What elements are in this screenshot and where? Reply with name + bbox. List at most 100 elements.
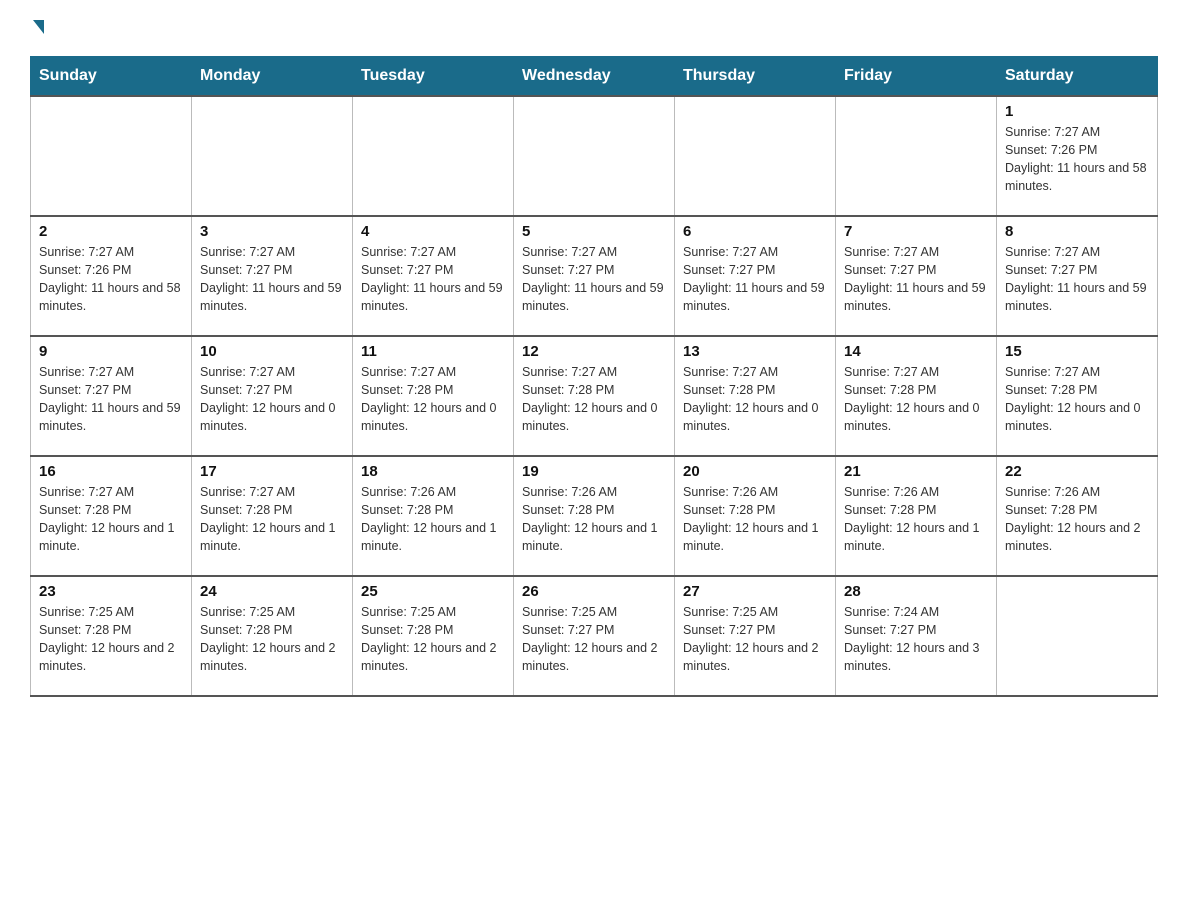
calendar-week-row: 23 Sunrise: 7:25 AMSunset: 7:28 PMDayligh…	[31, 576, 1158, 696]
day-info: Sunrise: 7:25 AMSunset: 7:27 PMDaylight:…	[683, 603, 827, 676]
day-number: 15	[1005, 343, 1149, 360]
day-number: 28	[844, 583, 988, 600]
day-number: 24	[200, 583, 344, 600]
day-number: 17	[200, 463, 344, 480]
page-header	[30, 20, 1158, 36]
day-number: 7	[844, 223, 988, 240]
weekday-header: Sunday	[31, 57, 192, 97]
calendar-table: SundayMondayTuesdayWednesdayThursdayFrid…	[30, 56, 1158, 697]
day-info: Sunrise: 7:27 AMSunset: 7:27 PMDaylight:…	[39, 363, 183, 436]
day-info: Sunrise: 7:27 AMSunset: 7:28 PMDaylight:…	[522, 363, 666, 436]
day-info: Sunrise: 7:26 AMSunset: 7:28 PMDaylight:…	[361, 483, 505, 556]
day-number: 5	[522, 223, 666, 240]
day-number: 27	[683, 583, 827, 600]
day-info: Sunrise: 7:25 AMSunset: 7:27 PMDaylight:…	[522, 603, 666, 676]
calendar-week-row: 16 Sunrise: 7:27 AMSunset: 7:28 PMDayligh…	[31, 456, 1158, 576]
calendar-cell: 8 Sunrise: 7:27 AMSunset: 7:27 PMDaylight…	[997, 216, 1158, 336]
day-info: Sunrise: 7:25 AMSunset: 7:28 PMDaylight:…	[361, 603, 505, 676]
calendar-cell: 2 Sunrise: 7:27 AMSunset: 7:26 PMDaylight…	[31, 216, 192, 336]
day-info: Sunrise: 7:27 AMSunset: 7:28 PMDaylight:…	[361, 363, 505, 436]
weekday-header: Thursday	[675, 57, 836, 97]
day-info: Sunrise: 7:27 AMSunset: 7:28 PMDaylight:…	[844, 363, 988, 436]
calendar-cell: 17Sunrise: 7:27 AMSunset: 7:28 PMDayligh…	[192, 456, 353, 576]
day-number: 8	[1005, 223, 1149, 240]
day-number: 12	[522, 343, 666, 360]
calendar-cell: 7 Sunrise: 7:27 AMSunset: 7:27 PMDaylight…	[836, 216, 997, 336]
day-info: Sunrise: 7:27 AMSunset: 7:28 PMDaylight:…	[1005, 363, 1149, 436]
calendar-week-row: 9 Sunrise: 7:27 AMSunset: 7:27 PMDaylight…	[31, 336, 1158, 456]
calendar-cell: 28Sunrise: 7:24 AMSunset: 7:27 PMDayligh…	[836, 576, 997, 696]
day-number: 26	[522, 583, 666, 600]
day-info: Sunrise: 7:27 AMSunset: 7:26 PMDaylight:…	[1005, 123, 1149, 196]
day-number: 9	[39, 343, 183, 360]
day-number: 22	[1005, 463, 1149, 480]
calendar-cell: 19 Sunrise: 7:26 AMSunset: 7:28 PMDayligh…	[514, 456, 675, 576]
day-info: Sunrise: 7:26 AMSunset: 7:28 PMDaylight:…	[522, 483, 666, 556]
calendar-cell: 12 Sunrise: 7:27 AMSunset: 7:28 PMDayligh…	[514, 336, 675, 456]
day-info: Sunrise: 7:27 AMSunset: 7:27 PMDaylight:…	[200, 363, 344, 436]
weekday-header: Saturday	[997, 57, 1158, 97]
calendar-cell: 9 Sunrise: 7:27 AMSunset: 7:27 PMDaylight…	[31, 336, 192, 456]
weekday-header: Wednesday	[514, 57, 675, 97]
calendar-cell: 3 Sunrise: 7:27 AMSunset: 7:27 PMDaylight…	[192, 216, 353, 336]
day-number: 1	[1005, 103, 1149, 120]
day-number: 6	[683, 223, 827, 240]
day-number: 23	[39, 583, 183, 600]
calendar-cell: 15 Sunrise: 7:27 AMSunset: 7:28 PMDayligh…	[997, 336, 1158, 456]
calendar-week-row: 1 Sunrise: 7:27 AMSunset: 7:26 PMDaylight…	[31, 96, 1158, 216]
day-number: 20	[683, 463, 827, 480]
calendar-cell	[192, 96, 353, 216]
calendar-cell: 6Sunrise: 7:27 AMSunset: 7:27 PMDaylight…	[675, 216, 836, 336]
weekday-header: Monday	[192, 57, 353, 97]
day-info: Sunrise: 7:26 AMSunset: 7:28 PMDaylight:…	[1005, 483, 1149, 556]
day-number: 2	[39, 223, 183, 240]
calendar-cell	[836, 96, 997, 216]
calendar-cell: 18 Sunrise: 7:26 AMSunset: 7:28 PMDayligh…	[353, 456, 514, 576]
calendar-cell: 11 Sunrise: 7:27 AMSunset: 7:28 PMDayligh…	[353, 336, 514, 456]
day-number: 10	[200, 343, 344, 360]
calendar-cell: 27 Sunrise: 7:25 AMSunset: 7:27 PMDayligh…	[675, 576, 836, 696]
day-info: Sunrise: 7:27 AMSunset: 7:27 PMDaylight:…	[1005, 243, 1149, 316]
day-number: 21	[844, 463, 988, 480]
calendar-cell	[31, 96, 192, 216]
calendar-cell: 1 Sunrise: 7:27 AMSunset: 7:26 PMDaylight…	[997, 96, 1158, 216]
day-number: 18	[361, 463, 505, 480]
day-number: 16	[39, 463, 183, 480]
day-number: 3	[200, 223, 344, 240]
day-number: 14	[844, 343, 988, 360]
day-info: Sunrise: 7:27 AMSunset: 7:26 PMDaylight:…	[39, 243, 183, 316]
logo	[30, 20, 44, 36]
logo-triangle-icon	[33, 20, 44, 34]
calendar-cell: 25 Sunrise: 7:25 AMSunset: 7:28 PMDayligh…	[353, 576, 514, 696]
day-info: Sunrise: 7:27 AMSunset: 7:27 PMDaylight:…	[844, 243, 988, 316]
day-info: Sunrise: 7:27 AMSunset: 7:28 PMDaylight:…	[39, 483, 183, 556]
calendar-cell: 16 Sunrise: 7:27 AMSunset: 7:28 PMDayligh…	[31, 456, 192, 576]
calendar-cell: 20 Sunrise: 7:26 AMSunset: 7:28 PMDayligh…	[675, 456, 836, 576]
calendar-cell	[353, 96, 514, 216]
calendar-cell: 10 Sunrise: 7:27 AMSunset: 7:27 PMDayligh…	[192, 336, 353, 456]
calendar-cell: 26 Sunrise: 7:25 AMSunset: 7:27 PMDayligh…	[514, 576, 675, 696]
day-info: Sunrise: 7:26 AMSunset: 7:28 PMDaylight:…	[683, 483, 827, 556]
day-number: 13	[683, 343, 827, 360]
weekday-header: Tuesday	[353, 57, 514, 97]
calendar-week-row: 2 Sunrise: 7:27 AMSunset: 7:26 PMDaylight…	[31, 216, 1158, 336]
calendar-cell: 24Sunrise: 7:25 AMSunset: 7:28 PMDayligh…	[192, 576, 353, 696]
calendar-cell: 13 Sunrise: 7:27 AMSunset: 7:28 PMDayligh…	[675, 336, 836, 456]
day-info: Sunrise: 7:25 AMSunset: 7:28 PMDaylight:…	[39, 603, 183, 676]
calendar-cell: 4Sunrise: 7:27 AMSunset: 7:27 PMDaylight…	[353, 216, 514, 336]
calendar-cell	[675, 96, 836, 216]
day-number: 25	[361, 583, 505, 600]
calendar-cell: 5Sunrise: 7:27 AMSunset: 7:27 PMDaylight…	[514, 216, 675, 336]
calendar-cell	[514, 96, 675, 216]
day-info: Sunrise: 7:27 AMSunset: 7:28 PMDaylight:…	[683, 363, 827, 436]
day-info: Sunrise: 7:26 AMSunset: 7:28 PMDaylight:…	[844, 483, 988, 556]
day-number: 4	[361, 223, 505, 240]
calendar-cell: 23 Sunrise: 7:25 AMSunset: 7:28 PMDayligh…	[31, 576, 192, 696]
calendar-cell: 14 Sunrise: 7:27 AMSunset: 7:28 PMDayligh…	[836, 336, 997, 456]
calendar-cell	[997, 576, 1158, 696]
day-info: Sunrise: 7:27 AMSunset: 7:27 PMDaylight:…	[200, 243, 344, 316]
calendar-cell: 22 Sunrise: 7:26 AMSunset: 7:28 PMDayligh…	[997, 456, 1158, 576]
day-number: 19	[522, 463, 666, 480]
calendar-cell: 21 Sunrise: 7:26 AMSunset: 7:28 PMDayligh…	[836, 456, 997, 576]
day-number: 11	[361, 343, 505, 360]
